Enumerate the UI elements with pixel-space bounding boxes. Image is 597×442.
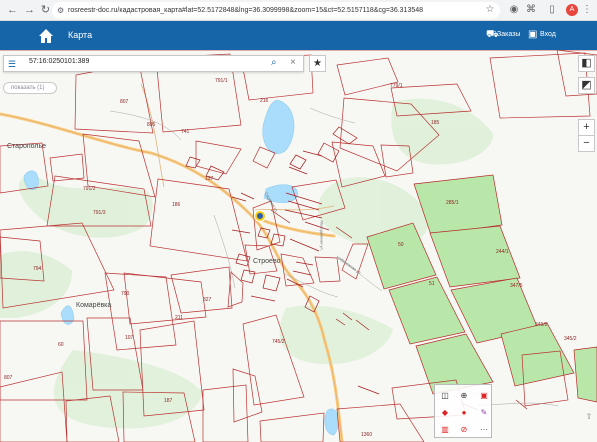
zoom-out-button[interactable]: − bbox=[578, 135, 595, 152]
parcel-label[interactable]: 185 bbox=[431, 121, 439, 126]
reload-icon[interactable]: ↻ bbox=[38, 3, 53, 18]
place-label-komarevka: Комарёвка bbox=[76, 302, 112, 309]
page-title[interactable]: Карта bbox=[68, 30, 92, 40]
parcel-label[interactable]: 347/5 bbox=[510, 284, 523, 289]
trash-icon[interactable]: ▥ bbox=[439, 424, 451, 436]
parcel-label[interactable]: 244/1 bbox=[496, 250, 509, 255]
favorite-star-icon[interactable]: ★ bbox=[309, 55, 326, 72]
site-info-icon[interactable]: ⚙ bbox=[57, 2, 64, 19]
login-icon[interactable]: ▣ bbox=[528, 29, 537, 40]
parcel-label[interactable]: 791/1 bbox=[215, 79, 228, 84]
speaker-icon[interactable]: ◆ bbox=[439, 407, 451, 419]
parcel-label[interactable]: 50 bbox=[398, 243, 404, 248]
extensions-puzzle-icon[interactable]: ⌘ bbox=[524, 3, 538, 17]
parcel-label[interactable]: 327 bbox=[203, 298, 211, 303]
pin-icon[interactable]: ▣ bbox=[478, 390, 490, 402]
parcel-label[interactable]: 349/2 bbox=[535, 323, 548, 328]
parcel-label[interactable]: 137 bbox=[205, 177, 213, 182]
parcel-label[interactable]: 790 bbox=[121, 292, 129, 297]
menu-icon[interactable]: ☰ bbox=[8, 59, 16, 70]
login-link[interactable]: Вход bbox=[540, 31, 556, 38]
ruler-icon[interactable]: ◫ bbox=[439, 390, 451, 402]
parcel-label[interactable]: 791/2 bbox=[83, 187, 96, 192]
parcel-label[interactable]: 807 bbox=[4, 376, 12, 381]
orders-link[interactable]: Заказы bbox=[497, 31, 520, 38]
url-text: rosreestr-doc.ru/кадастровая_карта#lat=5… bbox=[68, 7, 424, 14]
block-icon[interactable]: ⊘ bbox=[458, 424, 470, 436]
parcel-label[interactable]: 107 bbox=[125, 336, 133, 341]
more-icon[interactable]: ⋯ bbox=[478, 424, 490, 436]
pencil-icon[interactable]: ✎ bbox=[478, 407, 490, 419]
close-icon[interactable]: × bbox=[290, 57, 296, 68]
parcel-label[interactable]: 794 bbox=[33, 267, 41, 272]
parcel-label[interactable]: 779/1 bbox=[390, 84, 403, 89]
search-icon[interactable]: ⌕ bbox=[271, 57, 277, 68]
profile-avatar[interactable]: A bbox=[566, 4, 578, 16]
parcel-label[interactable]: 805 bbox=[147, 123, 155, 128]
zoom-in-button[interactable]: + bbox=[578, 119, 595, 136]
show-results-button[interactable]: показать (1) bbox=[3, 82, 57, 94]
search-input[interactable]: 57:16:0250101:389 bbox=[29, 58, 89, 65]
parcel-label[interactable]: 807 bbox=[120, 100, 128, 105]
parcel-label[interactable]: 60 bbox=[58, 343, 64, 348]
expand-icon[interactable]: ◩ bbox=[578, 77, 595, 94]
parcel-label[interactable]: 345/2 bbox=[564, 337, 577, 342]
parcel-label[interactable]: 216 bbox=[260, 99, 268, 104]
parcel-label[interactable]: 741 bbox=[181, 130, 189, 135]
parcel-label[interactable]: 187 bbox=[164, 399, 172, 404]
browser-menu-icon[interactable]: ⋮ bbox=[580, 3, 594, 17]
back-icon[interactable]: ← bbox=[5, 3, 20, 18]
parcel-label[interactable]: 51 bbox=[429, 282, 435, 287]
bookmark-icon[interactable]: ☆ bbox=[483, 3, 497, 17]
measure-icon[interactable]: ⊕ bbox=[458, 390, 470, 402]
map-canvas[interactable] bbox=[0, 50, 597, 442]
parcel-label[interactable]: 211 bbox=[175, 316, 183, 321]
north-arrow-icon: ⇧ bbox=[585, 412, 593, 421]
layers-icon[interactable]: ◧ bbox=[578, 55, 595, 72]
place-label-stroevo: Строево bbox=[253, 258, 281, 265]
selected-parcel-marker[interactable] bbox=[255, 211, 265, 221]
parcel-label[interactable]: 1360 bbox=[361, 433, 372, 438]
sidebar-icon[interactable]: ▯ bbox=[545, 3, 559, 17]
parcel-label[interactable]: 791/3 bbox=[93, 211, 106, 216]
parcel-label[interactable]: 285/1 bbox=[446, 201, 459, 206]
road-label: Молодёжная ул. bbox=[319, 220, 325, 251]
place-label-staropolye: Старополье bbox=[7, 143, 47, 150]
home-icon[interactable] bbox=[37, 27, 55, 45]
parcel-label[interactable]: 186 bbox=[172, 203, 180, 208]
extension-icon[interactable]: ◉ bbox=[507, 3, 521, 17]
parcel-label[interactable]: 745/2 bbox=[272, 340, 285, 345]
record-icon[interactable]: ● bbox=[458, 407, 470, 419]
address-bar[interactable]: ⚙ rosreestr-doc.ru/кадастровая_карта#lat… bbox=[52, 2, 500, 19]
forward-icon[interactable]: → bbox=[22, 3, 37, 18]
